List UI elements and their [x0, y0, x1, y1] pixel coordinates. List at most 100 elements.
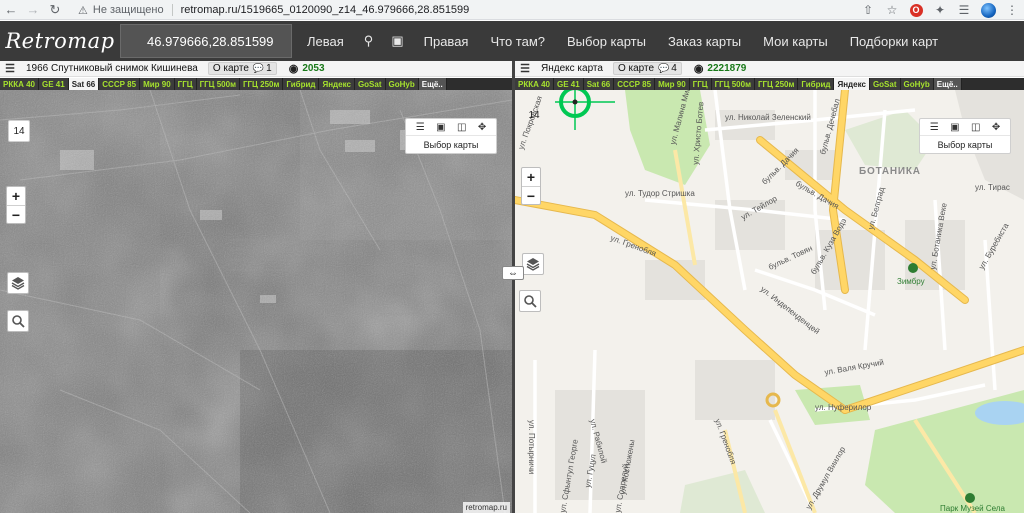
left-map-select-button[interactable]: Выбор карты: [406, 135, 496, 153]
url-text: retromap.ru/1519665_0120090_z14_46.97966…: [180, 4, 470, 16]
left-zoom-out-button[interactable]: −: [7, 205, 25, 223]
left-menu-icon[interactable]: ☰: [0, 62, 20, 75]
left-tab-3[interactable]: СССР 85: [99, 78, 141, 90]
zimbru-poi-icon[interactable]: [908, 263, 918, 273]
right-zoom-in-button[interactable]: +: [522, 168, 540, 186]
opera-extension-icon[interactable]: O: [904, 0, 928, 20]
nav-left[interactable]: Левая: [296, 21, 355, 61]
nav-collections[interactable]: Подборки карт: [839, 21, 949, 61]
right-tab-5[interactable]: ГГЦ: [689, 78, 712, 90]
left-tab-1[interactable]: GE 41: [39, 78, 69, 90]
right-layer-tabs: РККА 40 GE 41 Sat 66 СССР 85 Мир 90 ГГЦ ГГЦ 50…: [515, 78, 1024, 90]
right-tool-icons: ☰ ▣ ◫ ✥: [920, 119, 1010, 135]
left-zoom-control: + −: [6, 186, 26, 224]
share-icon[interactable]: ⇧: [856, 0, 880, 20]
right-pane-header: ☰ Яндекс карта О карте 💬 4 ◉ 2221879: [515, 61, 1024, 77]
street-tiras-label: ул. Тирас: [975, 183, 1010, 192]
right-tab-4[interactable]: Мир 90: [655, 78, 690, 90]
nav-right[interactable]: Правая: [413, 21, 480, 61]
link-pin-icon[interactable]: ⚲: [355, 21, 383, 61]
street-nikolai-label: ул. Николай Зеленский: [725, 113, 811, 122]
street-poturnich-label: ул. Потырничи: [527, 420, 536, 474]
retromap-logo[interactable]: Retromap: [0, 21, 120, 61]
right-tab-2[interactable]: Sat 66: [583, 78, 615, 90]
right-tab-6[interactable]: ГГЦ 500м: [711, 78, 755, 90]
right-tab-11[interactable]: GoHyb: [900, 78, 934, 90]
left-tab-0[interactable]: РККА 40: [0, 78, 39, 90]
split-view-icon[interactable]: ◫: [457, 122, 466, 133]
profile-avatar-icon[interactable]: [976, 0, 1000, 20]
left-tab-2[interactable]: Sat 66: [68, 78, 100, 90]
right-menu-icon[interactable]: ☰: [515, 62, 535, 75]
right-map-select-button[interactable]: Выбор карты: [920, 135, 1010, 153]
bookmark-star-icon[interactable]: ☆: [880, 0, 904, 20]
right-search-icon[interactable]: [519, 290, 541, 312]
right-views-count: 2221879: [707, 63, 747, 74]
left-tab-5[interactable]: ГГЦ: [174, 78, 197, 90]
left-map-tools: ☰ ▣ ◫ ✥ Выбор карты: [405, 118, 497, 154]
address-separator: [171, 4, 173, 16]
right-layers-icon[interactable]: [522, 253, 544, 275]
list-icon[interactable]: ☰: [930, 122, 939, 133]
split-view-icon[interactable]: ◫: [971, 122, 980, 133]
left-map-satellite[interactable]: 14 + − ☰ ▣ ◫ ✥ Выбор карты retromap.ru: [0, 90, 512, 513]
nav-what-there[interactable]: Что там?: [479, 21, 556, 61]
right-tab-10[interactable]: GoSat: [869, 78, 901, 90]
reload-icon[interactable]: ↻: [44, 0, 66, 20]
image-icon[interactable]: ▣: [436, 122, 445, 133]
left-tab-11[interactable]: GoHyb: [385, 78, 419, 90]
left-layers-icon[interactable]: [7, 272, 29, 294]
reading-list-icon[interactable]: ☰: [952, 0, 976, 20]
left-search-icon[interactable]: [7, 310, 29, 332]
right-zoom-out-button[interactable]: −: [522, 186, 540, 204]
right-about-map-button[interactable]: О карте 💬 4: [612, 62, 682, 75]
left-about-map-button[interactable]: О карте 💬 1: [207, 62, 277, 75]
right-tab-12[interactable]: Ещё..: [933, 78, 962, 90]
district-botanika-label: БОТАНИКА: [859, 166, 921, 177]
nav-order-map[interactable]: Заказ карты: [657, 21, 752, 61]
left-tab-9[interactable]: Яндекс: [319, 78, 355, 90]
right-tab-7[interactable]: ГГЦ 250м: [754, 78, 799, 90]
app-root: ← → ↻ ⚠ Не защищено retromap.ru/1519665_…: [0, 0, 1024, 513]
left-tab-8[interactable]: Гибрид: [283, 78, 320, 90]
left-tab-6[interactable]: ГГЦ 500м: [196, 78, 240, 90]
left-tab-12[interactable]: Ещё..: [418, 78, 447, 90]
left-tab-7[interactable]: ГГЦ 250м: [239, 78, 284, 90]
right-map-title: Яндекс карта: [541, 63, 603, 74]
menu-kebab-icon[interactable]: ⋮: [1000, 0, 1024, 20]
move-arrows-icon[interactable]: ✥: [992, 122, 1000, 133]
right-tab-9[interactable]: Яндекс: [834, 78, 870, 90]
right-comment-count: 4: [671, 63, 677, 74]
left-zoom-in-button[interactable]: +: [7, 187, 25, 205]
coordinates-input[interactable]: [120, 24, 292, 58]
image-icon[interactable]: ▣: [950, 122, 959, 133]
resize-handle-icon[interactable]: ⇔: [502, 266, 524, 280]
right-tab-8[interactable]: Гибрид: [798, 78, 835, 90]
nav-map-select[interactable]: Выбор карты: [556, 21, 657, 61]
eye-icon: ◉: [288, 63, 299, 75]
left-comment-count: 1: [266, 63, 272, 74]
move-arrows-icon[interactable]: ✥: [478, 122, 486, 133]
left-about-map-label: О карте: [212, 63, 249, 74]
back-arrow-icon[interactable]: ←: [0, 0, 22, 20]
extensions-puzzle-icon[interactable]: ✦: [928, 0, 952, 20]
site-navbar: Retromap Левая ⚲ ▣ Правая Что там? Выбор…: [0, 21, 1024, 61]
right-tab-1[interactable]: GE 41: [554, 78, 584, 90]
left-zoom-level: 14: [8, 120, 30, 142]
right-tab-3[interactable]: СССР 85: [614, 78, 656, 90]
left-attribution: retromap.ru: [462, 502, 510, 513]
right-tab-0[interactable]: РККА 40: [515, 78, 554, 90]
right-map-yandex[interactable]: БОТАНИКА ул. Гренобля ул. Валя Кручий бу…: [515, 90, 1024, 513]
address-bar[interactable]: ⚠ Не защищено retromap.ru/1519665_012009…: [78, 1, 838, 19]
forward-arrow-icon[interactable]: →: [22, 0, 44, 20]
museum-poi-icon[interactable]: [965, 493, 975, 503]
left-tab-10[interactable]: GoSat: [354, 78, 386, 90]
poi-muzei-label: Парк Музей Села: [940, 504, 1005, 513]
nav-my-maps[interactable]: Мои карты: [752, 21, 839, 61]
left-tool-icons: ☰ ▣ ◫ ✥: [406, 119, 496, 135]
photo-gallery-icon[interactable]: ▣: [382, 21, 412, 61]
list-icon[interactable]: ☰: [416, 122, 425, 133]
right-zoom-control: + −: [521, 167, 541, 205]
comment-icon: 💬: [658, 63, 670, 73]
left-tab-4[interactable]: Мир 90: [140, 78, 175, 90]
